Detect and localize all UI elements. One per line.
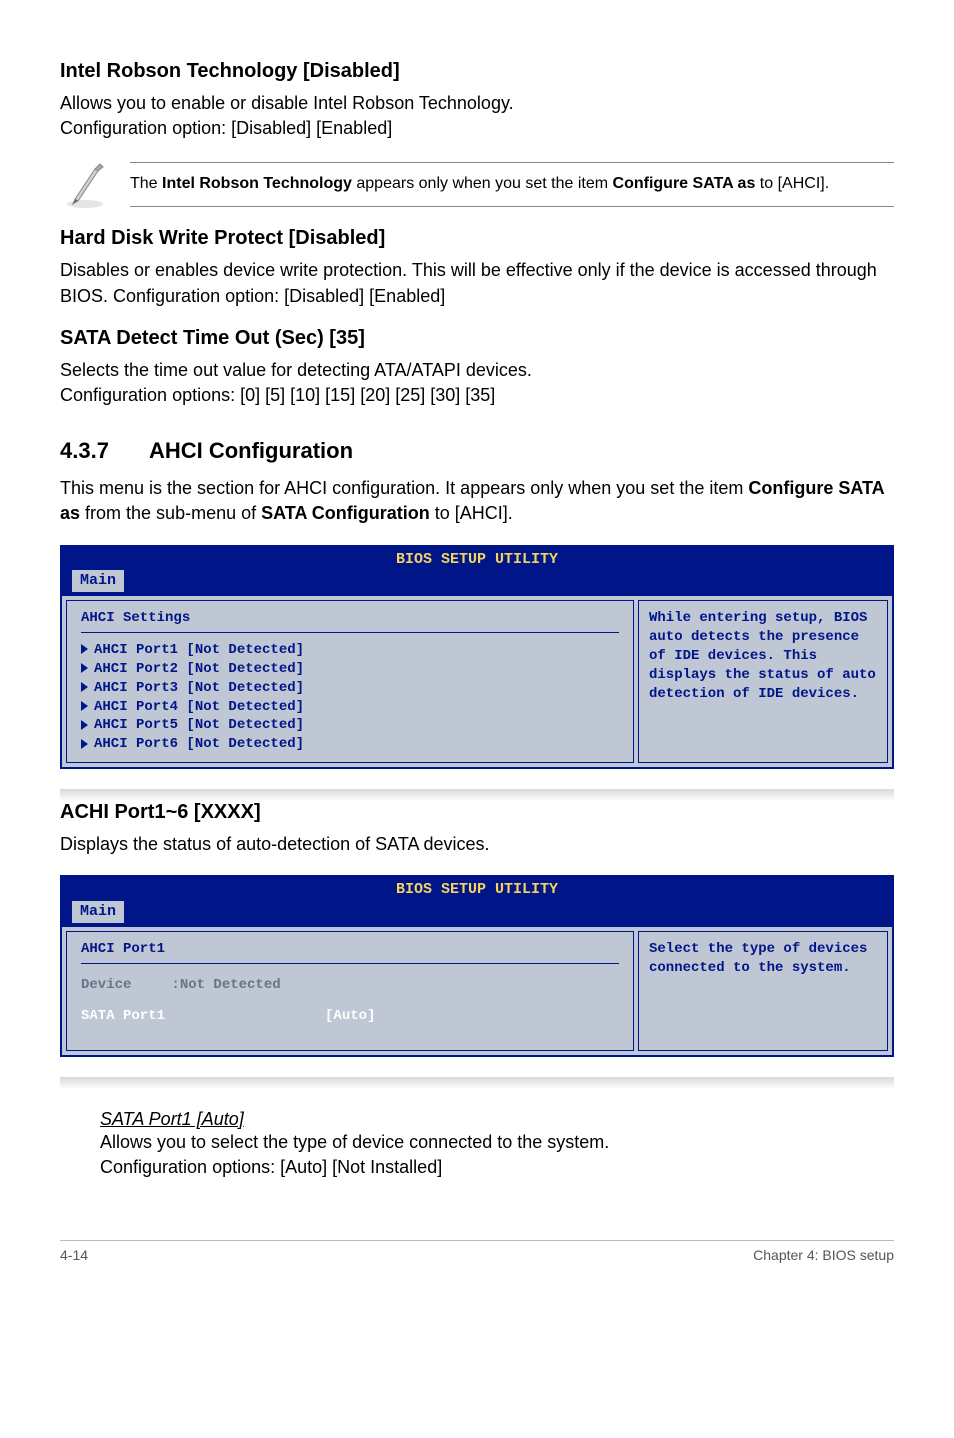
note-text: The Intel Robson Technology appears only… (130, 162, 894, 206)
heading-437: 4.3.7 AHCI Configuration (60, 438, 894, 464)
arrow-icon (81, 663, 88, 673)
sata-port1-line1: Allows you to select the type of device … (100, 1130, 894, 1155)
bios-item-label: AHCI Port1 [Not Detected] (94, 642, 304, 658)
bios-window-ahci-port1: BIOS SETUP UTILITY Main AHCI Port1 Devic… (60, 875, 894, 1057)
heading-437-num: 4.3.7 (60, 438, 109, 464)
desc-intel-robson: Allows you to enable or disable Intel Ro… (60, 91, 894, 141)
bios-item-6[interactable]: AHCI Port6 [Not Detected] (81, 735, 619, 754)
heading-achi-port: ACHI Port1~6 [XXXX] (60, 801, 894, 824)
device-value: :Not Detected (131, 977, 280, 993)
desc-437-b2: SATA Configuration (261, 503, 430, 523)
bios-left-panel: AHCI Settings AHCI Port1 [Not Detected] … (66, 600, 634, 763)
arrow-icon (81, 644, 88, 654)
device-label: Device (81, 977, 131, 993)
bios-shadow (60, 1077, 894, 1089)
subheading-sata-port1: SATA Port1 [Auto] (100, 1109, 894, 1130)
bios-item-1[interactable]: AHCI Port1 [Not Detected] (81, 641, 619, 660)
bios-left-title: AHCI Settings (81, 609, 619, 633)
bios-right-panel: While entering setup, BIOS auto detects … (638, 600, 888, 763)
note-icon (60, 159, 110, 209)
arrow-icon (81, 739, 88, 749)
bios-item-label: AHCI Port5 [Not Detected] (94, 717, 304, 733)
desc-437-post: to [AHCI]. (430, 503, 513, 523)
note-mid: appears only when you set the item (352, 175, 613, 192)
note-bold1: Intel Robson Technology (162, 175, 352, 192)
page-number: 4-14 (60, 1247, 88, 1263)
desc-437: This menu is the section for AHCI config… (60, 476, 894, 526)
bios-item-3[interactable]: AHCI Port3 [Not Detected] (81, 679, 619, 698)
note-suffix: to [AHCI]. (755, 175, 829, 192)
bios-item-4[interactable]: AHCI Port4 [Not Detected] (81, 698, 619, 717)
chapter-label: Chapter 4: BIOS setup (753, 1247, 894, 1263)
bios-title: BIOS SETUP UTILITY (62, 547, 892, 570)
bios-item-label: AHCI Port2 [Not Detected] (94, 661, 304, 677)
bios-left-panel: AHCI Port1 Device:Not Detected SATA Port… (66, 931, 634, 1051)
bios-tabs: Main (62, 901, 892, 927)
heading-hd-write-protect: Hard Disk Write Protect [Disabled] (60, 227, 894, 250)
bios-item-5[interactable]: AHCI Port5 [Not Detected] (81, 716, 619, 735)
bios-item-label: AHCI Port4 [Not Detected] (94, 699, 304, 715)
bios-sata-row[interactable]: SATA Port1[Auto] (81, 999, 619, 1034)
bios-tab-main[interactable]: Main (72, 570, 124, 592)
sata-value: [Auto] (165, 1008, 375, 1024)
sata-port1-line2: Configuration options: [Auto] [Not Insta… (100, 1155, 894, 1180)
bios-tab-main[interactable]: Main (72, 901, 124, 923)
heading-437-title: AHCI Configuration (149, 438, 353, 464)
heading-sata-detect: SATA Detect Time Out (Sec) [35] (60, 327, 894, 350)
note-box: The Intel Robson Technology appears only… (60, 159, 894, 209)
sata-label: SATA Port1 (81, 1008, 165, 1024)
desc-437-pre: This menu is the section for AHCI config… (60, 478, 748, 498)
bios-title: BIOS SETUP UTILITY (62, 877, 892, 900)
bios-shadow (60, 789, 894, 801)
bios-item-2[interactable]: AHCI Port2 [Not Detected] (81, 660, 619, 679)
desc-achi-port: Displays the status of auto-detection of… (60, 832, 894, 857)
bios-window-ahci-settings: BIOS SETUP UTILITY Main AHCI Settings AH… (60, 545, 894, 770)
note-bold2: Configure SATA as (613, 175, 756, 192)
arrow-icon (81, 682, 88, 692)
note-prefix: The (130, 175, 162, 192)
bios-item-label: AHCI Port3 [Not Detected] (94, 680, 304, 696)
bios-tabs: Main (62, 570, 892, 596)
bios-left-title: AHCI Port1 (81, 940, 619, 964)
arrow-icon (81, 720, 88, 730)
bios-right-panel: Select the type of devices connected to … (638, 931, 888, 1051)
desc-sata-detect: Selects the time out value for detecting… (60, 358, 894, 408)
desc-437-mid: from the sub-menu of (80, 503, 261, 523)
bios-device-row: Device:Not Detected (81, 972, 619, 999)
arrow-icon (81, 701, 88, 711)
page-footer: 4-14 Chapter 4: BIOS setup (60, 1240, 894, 1263)
heading-intel-robson: Intel Robson Technology [Disabled] (60, 60, 894, 83)
bios-item-label: AHCI Port6 [Not Detected] (94, 736, 304, 752)
desc-hd-write-protect: Disables or enables device write protect… (60, 258, 894, 308)
